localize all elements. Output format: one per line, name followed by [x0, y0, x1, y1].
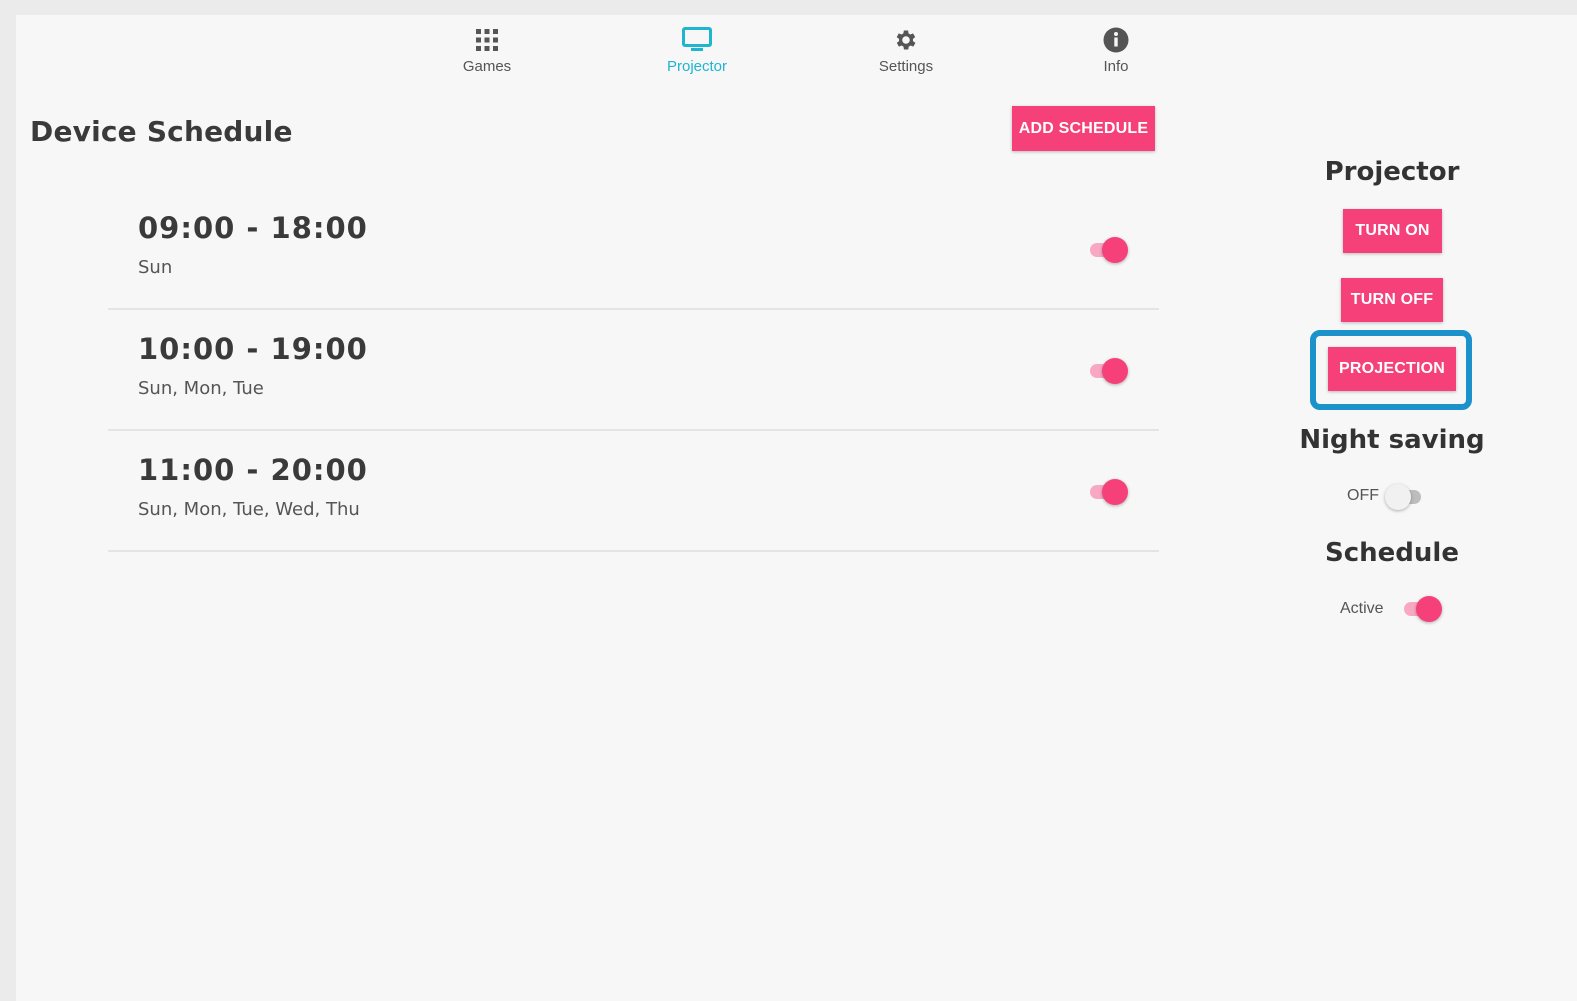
schedule-list: 09:00 - 18:00 Sun 10:00 - 19:00 Sun, Mon…	[108, 189, 1159, 552]
schedule-days: Sun	[138, 257, 173, 278]
nav-tab-label: Projector	[666, 58, 728, 75]
schedule-toggle[interactable]	[1088, 478, 1128, 505]
schedule-days: Sun, Mon, Tue	[138, 378, 264, 399]
nav-tab-settings[interactable]: Settings	[846, 25, 966, 75]
schedule-master-toggle[interactable]	[1402, 595, 1442, 622]
nav-tab-label: Settings	[878, 58, 934, 75]
info-icon	[1100, 25, 1132, 55]
monitor-icon	[681, 25, 713, 55]
nav-tab-info[interactable]: Info	[1056, 25, 1176, 75]
toggle-knob	[1102, 237, 1128, 263]
schedule-row[interactable]: 11:00 - 20:00 Sun, Mon, Tue, Wed, Thu	[108, 431, 1159, 552]
schedule-state: Active	[1340, 600, 1384, 617]
nav-tab-projector[interactable]: Projector	[637, 25, 757, 75]
projection-button[interactable]: PROJECTION	[1328, 347, 1456, 391]
grid-icon	[471, 25, 503, 55]
turn-on-button[interactable]: TURN ON	[1343, 209, 1442, 253]
nav-tab-label: Games	[462, 58, 512, 75]
projector-heading: Projector	[1324, 157, 1460, 187]
toggle-knob	[1102, 358, 1128, 384]
schedule-row[interactable]: 10:00 - 19:00 Sun, Mon, Tue	[108, 310, 1159, 431]
add-schedule-button[interactable]: ADD SCHEDULE	[1012, 106, 1155, 151]
toggle-knob	[1416, 596, 1442, 622]
gear-icon	[890, 25, 922, 55]
schedule-row[interactable]: 09:00 - 18:00 Sun	[108, 189, 1159, 310]
night-saving-state: OFF	[1347, 487, 1379, 504]
schedule-time: 10:00 - 19:00	[138, 332, 368, 366]
night-saving-toggle[interactable]	[1385, 483, 1425, 510]
schedule-toggle[interactable]	[1088, 236, 1128, 263]
page-title: Device Schedule	[30, 115, 293, 148]
schedule-toggle[interactable]	[1088, 357, 1128, 384]
schedule-heading: Schedule	[1325, 538, 1459, 568]
night-saving-heading: Night saving	[1299, 425, 1485, 455]
schedule-time: 11:00 - 20:00	[138, 453, 368, 487]
toggle-knob	[1385, 484, 1411, 510]
schedule-time: 09:00 - 18:00	[138, 211, 368, 245]
nav-tab-label: Info	[1103, 58, 1129, 75]
schedule-days: Sun, Mon, Tue, Wed, Thu	[138, 499, 360, 520]
app-screen: Games Projector Settings Info Device Sch…	[16, 15, 1577, 1001]
turn-off-button[interactable]: TURN OFF	[1341, 278, 1443, 322]
nav-tab-games[interactable]: Games	[427, 25, 547, 75]
toggle-knob	[1102, 479, 1128, 505]
